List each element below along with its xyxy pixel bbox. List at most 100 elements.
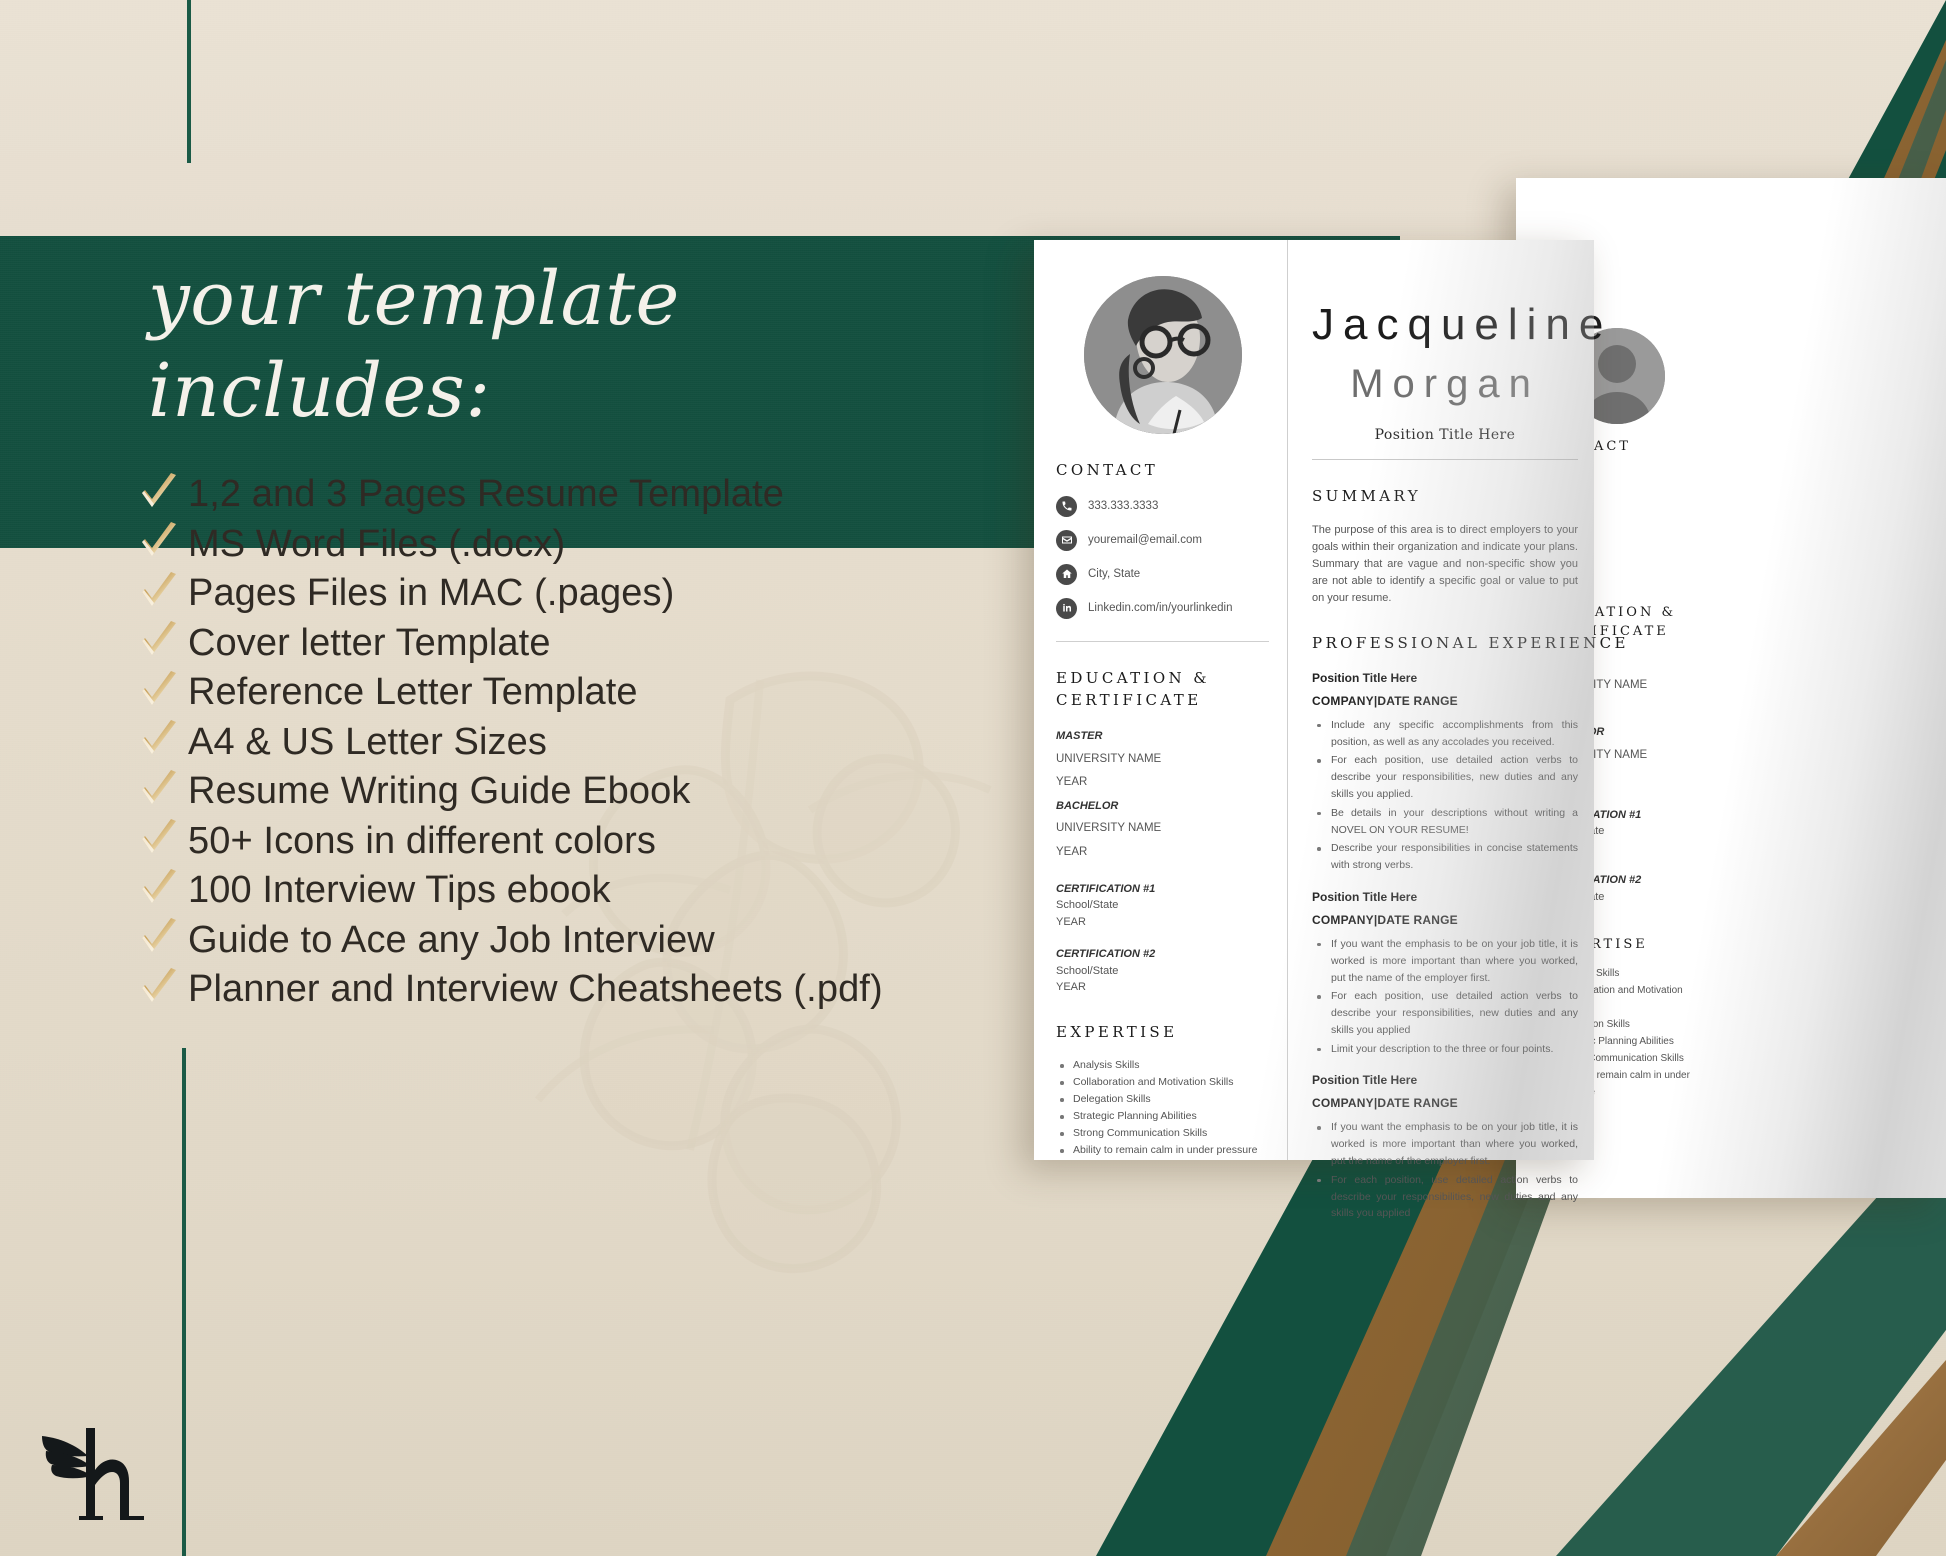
- feature-label: 1,2 and 3 Pages Resume Template: [188, 473, 784, 516]
- check-icon: [138, 768, 180, 812]
- check-icon: [142, 918, 176, 953]
- job-bullet: For each position, use detailed action v…: [1312, 1172, 1578, 1222]
- check-icon: [142, 522, 176, 557]
- job-bullet-list: If you want the emphasis to be on your j…: [1312, 936, 1578, 1058]
- feature-item: Pages Files in MAC (.pages): [138, 569, 1038, 619]
- contact-item[interactable]: City, State: [1056, 563, 1269, 585]
- summary-text: The purpose of this area is to direct em…: [1312, 523, 1578, 604]
- check-icon: [138, 817, 180, 861]
- divider-summary: [1312, 459, 1578, 460]
- check-icon: [142, 967, 176, 1002]
- check-icon: [138, 520, 180, 564]
- divider-education: [1056, 640, 1269, 642]
- check-icon: [142, 769, 176, 804]
- poster-canvas: your template includes: 1,2 and 3 Pages …: [0, 0, 1946, 1556]
- contact-item[interactable]: 333.333.3333: [1056, 495, 1269, 517]
- contact-heading: CONTACT: [1056, 461, 1159, 479]
- check-icon: [138, 619, 180, 663]
- feature-label: A4 & US Letter Sizes: [188, 720, 547, 763]
- check-icon: [142, 472, 176, 507]
- contact-item[interactable]: youremail@email.com: [1056, 529, 1269, 551]
- accent-rule-top: [187, 0, 191, 163]
- job-bullet-list: If you want the emphasis to be on your j…: [1312, 1119, 1578, 1222]
- expertise-item: Ability to remain calm in under pressure: [1056, 1142, 1269, 1159]
- expertise-heading: EXPERTISE: [1056, 1022, 1178, 1041]
- feature-label: 100 Interview Tips ebook: [188, 869, 611, 912]
- linkedin-icon: [1056, 597, 1077, 619]
- check-icon: [138, 669, 180, 713]
- candidate-first-name: Jacqueline: [1312, 300, 1613, 349]
- certification-year: YEAR: [1056, 915, 1086, 928]
- expertise-item: Collaboration and Motivation Skills: [1056, 1074, 1269, 1091]
- check-icon: [138, 471, 180, 515]
- check-icon: [142, 621, 176, 656]
- expertise-item: Strong Communication Skills: [1056, 1125, 1269, 1142]
- certification-title: CERTIFICATION #1: [1056, 882, 1156, 895]
- job-bullet: For each position, use detailed action v…: [1312, 752, 1578, 802]
- certification-entry: CERTIFICATION #2 School/State YEAR: [1056, 946, 1269, 996]
- check-icon: [138, 718, 180, 762]
- feature-item: Planner and Interview Cheatsheets (.pdf): [138, 965, 1038, 1015]
- job-bullet: If you want the emphasis to be on your j…: [1312, 936, 1578, 986]
- contact-value: City, State: [1088, 568, 1141, 581]
- education-list: MASTER UNIVERSITY NAME YEAR BACHELOR UNIVERS…: [1056, 725, 1269, 864]
- brand-logo[interactable]: [36, 1418, 156, 1528]
- feature-item: Guide to Ace any Job Interview: [138, 916, 1038, 966]
- feature-item: Resume Writing Guide Ebook: [138, 767, 1038, 817]
- feature-item: A4 & US Letter Sizes: [138, 718, 1038, 768]
- job-bullet: Limit your description to the three or f…: [1312, 1041, 1578, 1058]
- contact-item[interactable]: Linkedin.com/in/yourlinkedin: [1056, 597, 1269, 619]
- certification-entry: CERTIFICATION #1 School/State YEAR: [1056, 881, 1269, 931]
- education-school: UNIVERSITY NAME: [1056, 822, 1162, 835]
- education-degree: MASTER: [1056, 730, 1103, 743]
- contact-value: 333.333.3333: [1088, 500, 1159, 513]
- education-degree: BACHELOR: [1056, 799, 1119, 812]
- check-icon: [138, 570, 180, 614]
- feature-label: Cover letter Template: [188, 621, 551, 664]
- job-title: Position Title Here: [1312, 1073, 1418, 1088]
- check-icon: [142, 819, 176, 854]
- headline-text: your template includes:: [148, 256, 680, 434]
- education-heading: EDUCATION & CERTIFICATE: [1056, 668, 1210, 709]
- feature-item: 1,2 and 3 Pages Resume Template: [138, 470, 1038, 520]
- feature-label: Pages Files in MAC (.pages): [188, 572, 675, 615]
- candidate-last-name: Morgan: [1350, 362, 1540, 406]
- experience-list: Position Title Here COMPANY|DATE RANGE Inc…: [1312, 671, 1578, 1223]
- feature-item: 100 Interview Tips ebook: [138, 866, 1038, 916]
- contact-value: youremail@email.com: [1088, 534, 1202, 547]
- job-bullet: For each position, use detailed action v…: [1312, 988, 1578, 1038]
- check-icon: [142, 571, 176, 606]
- certification-title: CERTIFICATION #2: [1056, 948, 1156, 961]
- resume-left-column: CONTACT 333.333.3333 youremail@email.com C…: [1034, 240, 1287, 1160]
- expertise-item: Delegation Skills: [1056, 1091, 1269, 1108]
- check-icon: [142, 868, 176, 903]
- expertise-item: Analysis Skills: [1056, 1057, 1269, 1074]
- certification-school: School/State: [1056, 964, 1119, 977]
- feature-label: MS Word Files (.docx): [188, 522, 566, 565]
- check-icon: [142, 720, 176, 755]
- job-company-daterange: COMPANY|DATE RANGE: [1312, 693, 1458, 708]
- job-bullet: If you want the emphasis to be on your j…: [1312, 1119, 1578, 1169]
- certification-year: YEAR: [1056, 981, 1086, 994]
- profile-photo: [1083, 276, 1242, 434]
- education-school: UNIVERSITY NAME: [1056, 752, 1162, 765]
- job-bullet: Include any specific accomplishments fro…: [1312, 717, 1578, 751]
- job-bullet: Be details in your descriptions without …: [1312, 805, 1578, 839]
- envelope-icon: [1056, 529, 1077, 551]
- feature-item: MS Word Files (.docx): [138, 520, 1038, 570]
- home-icon: [1056, 563, 1077, 585]
- contact-list: 333.333.3333 youremail@email.com City, Sta…: [1056, 495, 1269, 619]
- summary-heading: SUMMARY: [1312, 487, 1422, 505]
- job-company-daterange: COMPANY|DATE RANGE: [1312, 1096, 1458, 1111]
- feature-label: Guide to Ace any Job Interview: [188, 918, 715, 961]
- job-title: Position Title Here: [1312, 670, 1418, 685]
- feature-label: Resume Writing Guide Ebook: [188, 770, 691, 813]
- resume-card-front[interactable]: CONTACT 333.333.3333 youremail@email.com C…: [1034, 240, 1625, 1219]
- expertise-item: Strategic Planning Abilities: [1056, 1108, 1269, 1125]
- contact-value: Linkedin.com/in/yourlinkedin: [1088, 602, 1233, 615]
- check-icon: [142, 670, 176, 705]
- phone-icon: [1056, 495, 1077, 517]
- certification-list: CERTIFICATION #1 School/State YEAR CERTIFIC…: [1056, 881, 1269, 996]
- feature-list: 1,2 and 3 Pages Resume Template MS Word F…: [138, 470, 1038, 1015]
- feature-item: 50+ Icons in different colors: [138, 817, 1038, 867]
